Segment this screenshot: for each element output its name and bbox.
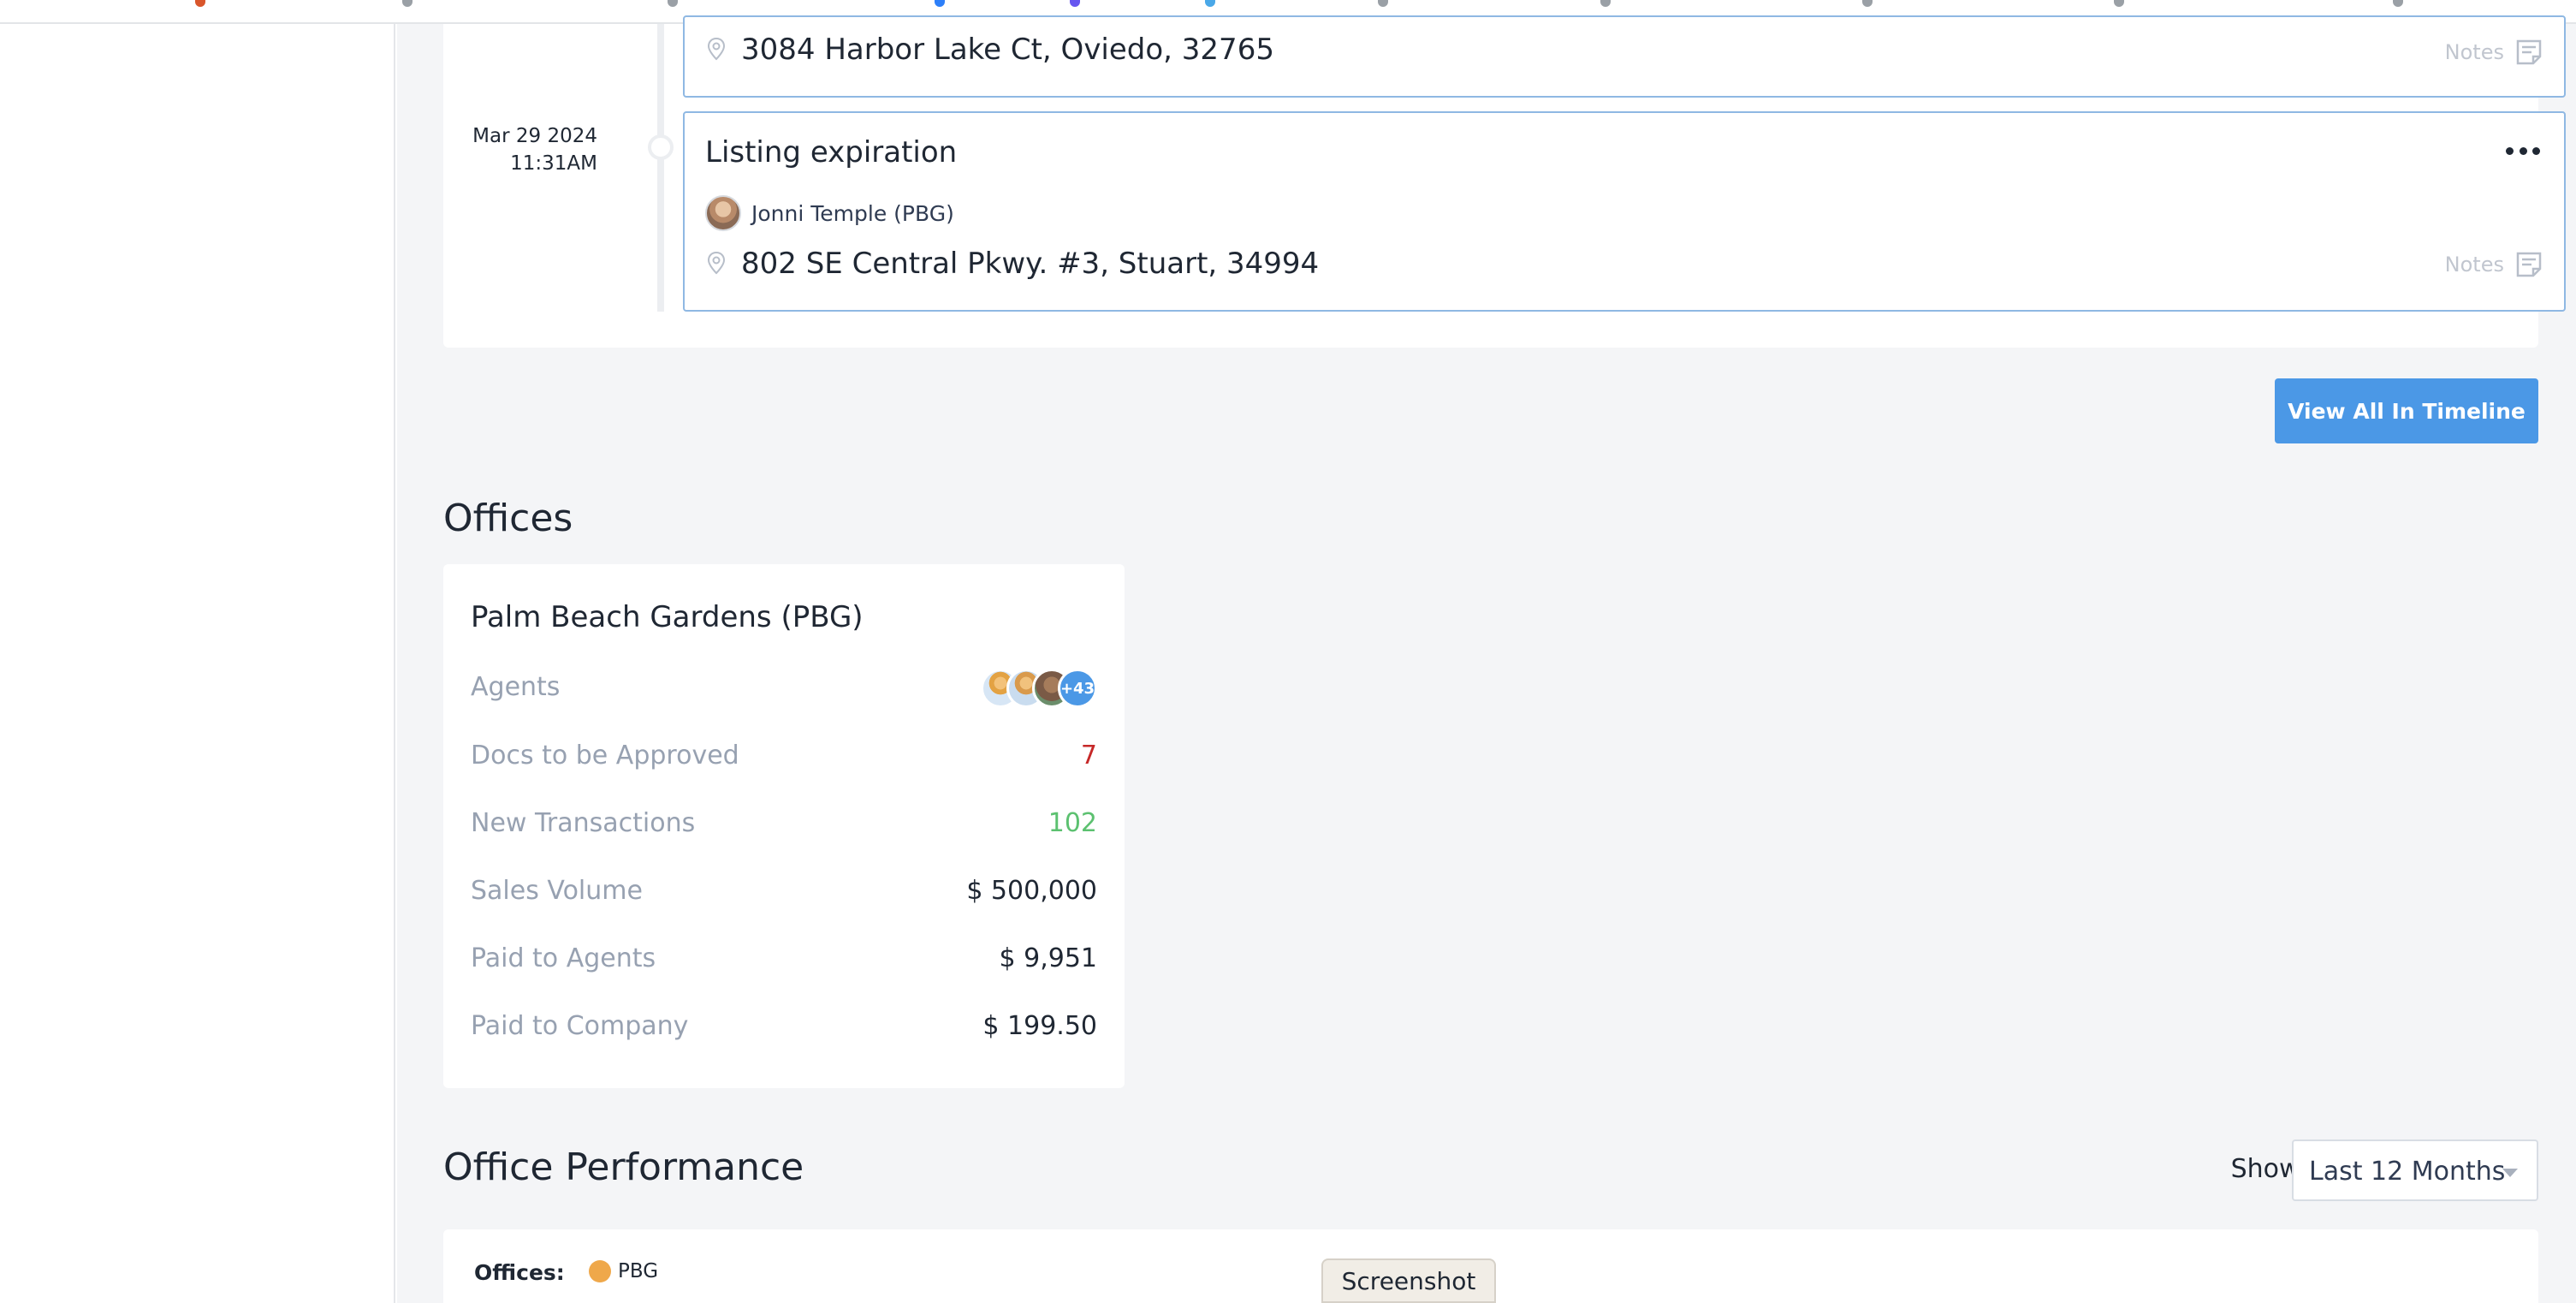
bookmark-favicon[interactable] bbox=[1205, 0, 1215, 7]
stat-value: $ 9,951 bbox=[999, 943, 1097, 973]
timeline-dot bbox=[648, 134, 674, 160]
timeline-line bbox=[657, 24, 664, 312]
stat-label: Paid to Company bbox=[471, 1011, 689, 1041]
office-agents-row: Agents +43 bbox=[471, 669, 1097, 708]
office-card[interactable]: Palm Beach Gardens (PBG) Agents +43 Docs… bbox=[443, 564, 1125, 1088]
timeline-event-card[interactable]: 3084 Harbor Lake Ct, Oviedo, 32765 Notes bbox=[683, 15, 2566, 98]
event-agent-row: Jonni Temple (PBG) bbox=[705, 195, 954, 231]
bookmark-favicon[interactable] bbox=[1862, 0, 1873, 7]
event-address-row: 802 SE Central Pkwy. #3, Stuart, 34994 bbox=[705, 247, 1319, 281]
bookmark-favicon[interactable] bbox=[1600, 0, 1611, 7]
stat-label: Sales Volume bbox=[471, 876, 643, 906]
agent-name[interactable]: Jonni Temple (PBG) bbox=[751, 201, 954, 226]
stat-value: 102 bbox=[1048, 808, 1097, 838]
notes-button[interactable]: Notes bbox=[2445, 250, 2543, 279]
notes-label: Notes bbox=[2444, 253, 2504, 277]
bookmark-favicon[interactable] bbox=[668, 0, 678, 7]
event-date: Mar 29 2024 bbox=[472, 125, 597, 147]
agent-avatar-stack[interactable]: +43 bbox=[981, 669, 1097, 708]
screenshot-tooltip: Screenshot bbox=[1321, 1258, 1496, 1303]
more-options-icon[interactable] bbox=[2506, 147, 2540, 156]
main-content: Mar 29 2024 11:31AM 3084 Harbor Lake Ct,… bbox=[397, 15, 2576, 1303]
period-select[interactable]: Last 12 Months bbox=[2292, 1139, 2538, 1201]
agents-label: Agents bbox=[471, 672, 561, 702]
stat-label: Docs to be Approved bbox=[471, 741, 739, 770]
office-performance-title: Office Performance bbox=[443, 1145, 804, 1189]
bookmark-favicon[interactable] bbox=[2114, 0, 2124, 7]
map-pin-icon bbox=[707, 37, 726, 61]
legend-label: PBG bbox=[618, 1260, 659, 1282]
timeline-event-card[interactable]: Listing expiration Jonni Temple (PBG) 80… bbox=[683, 111, 2566, 312]
avatar bbox=[705, 195, 741, 231]
view-all-in-timeline-button[interactable]: View All In Timeline bbox=[2275, 378, 2538, 443]
office-stat-row: Paid to Company $ 199.50 bbox=[471, 1008, 1097, 1045]
office-name[interactable]: Palm Beach Gardens (PBG) bbox=[471, 600, 864, 634]
notes-button[interactable]: Notes bbox=[2445, 38, 2543, 67]
notes-label: Notes bbox=[2444, 40, 2504, 64]
notes-icon bbox=[2516, 39, 2542, 65]
event-title: Listing expiration bbox=[705, 135, 958, 170]
legend-item[interactable]: PBG bbox=[589, 1260, 658, 1282]
office-stat-row: Paid to Agents $ 9,951 bbox=[471, 940, 1097, 978]
bookmark-favicon[interactable] bbox=[935, 0, 945, 7]
map-pin-icon bbox=[707, 251, 726, 275]
event-address-row: 3084 Harbor Lake Ct, Oviedo, 32765 bbox=[705, 33, 1274, 67]
caret-down-icon bbox=[2502, 1169, 2518, 1177]
stat-label: New Transactions bbox=[471, 808, 696, 838]
stat-value: 7 bbox=[1080, 741, 1097, 770]
stat-value: $ 500,000 bbox=[966, 876, 1097, 906]
timeline-panel: Mar 29 2024 11:31AM 3084 Harbor Lake Ct,… bbox=[443, 15, 2566, 348]
sidebar bbox=[0, 24, 395, 1303]
event-time: 11:31AM bbox=[510, 152, 597, 175]
more-agents-badge[interactable]: +43 bbox=[1058, 669, 1097, 708]
offices-filter-label: Offices: bbox=[474, 1260, 565, 1285]
event-address: 3084 Harbor Lake Ct, Oviedo, 32765 bbox=[741, 33, 1274, 67]
bookmark-favicon[interactable] bbox=[2393, 0, 2403, 7]
bookmark-favicon[interactable] bbox=[1378, 0, 1388, 7]
legend-dot bbox=[589, 1260, 611, 1282]
office-stat-row: New Transactions 102 bbox=[471, 805, 1097, 842]
bookmark-favicon[interactable] bbox=[195, 0, 205, 7]
bookmark-favicon[interactable] bbox=[1070, 0, 1080, 7]
office-stat-row: Sales Volume $ 500,000 bbox=[471, 872, 1097, 910]
event-address: 802 SE Central Pkwy. #3, Stuart, 34994 bbox=[741, 247, 1320, 281]
offices-section-title: Offices bbox=[443, 497, 573, 540]
bookmark-favicon[interactable] bbox=[402, 0, 413, 7]
app-root: Mar 29 2024 11:31AM 3084 Harbor Lake Ct,… bbox=[0, 0, 2576, 1303]
stat-label: Paid to Agents bbox=[471, 943, 656, 973]
notes-icon bbox=[2516, 252, 2542, 277]
period-select-value: Last 12 Months bbox=[2309, 1157, 2506, 1187]
office-stat-row: Docs to be Approved 7 bbox=[471, 737, 1097, 775]
stat-value: $ 199.50 bbox=[982, 1011, 1097, 1041]
